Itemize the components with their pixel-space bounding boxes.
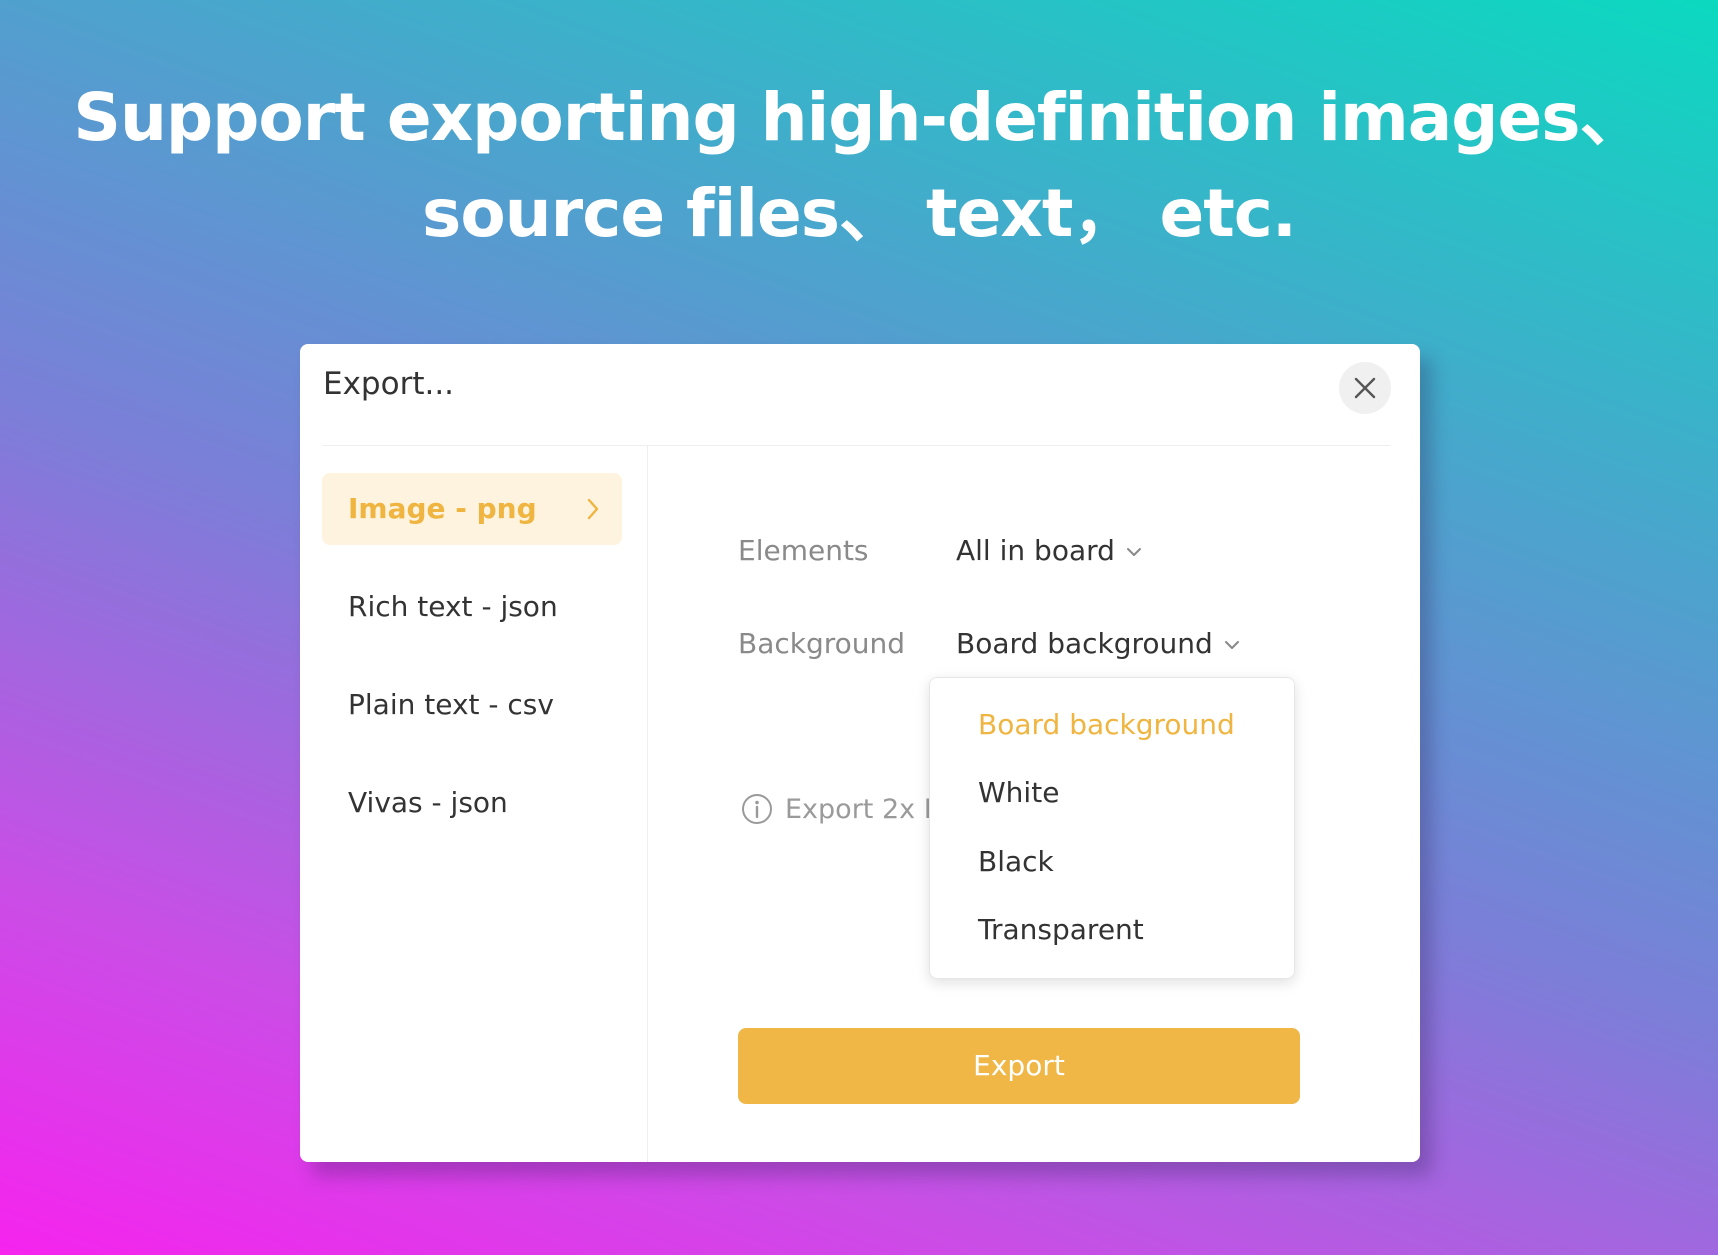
header-divider (323, 445, 1390, 446)
sidebar-item-rich-text-json[interactable]: Rich text - json (322, 571, 622, 643)
background-dropdown: Board background White Black Transparent (929, 677, 1295, 979)
export-dialog: Export... Image - png Rich text - json P… (300, 344, 1420, 1162)
export-button[interactable]: Export (738, 1028, 1300, 1104)
chevron-down-icon (1224, 641, 1239, 649)
close-button[interactable] (1339, 362, 1391, 414)
hd-export-hint: Export 2x H (741, 793, 945, 827)
headline-line-1: Support exporting high-definition images… (73, 79, 1645, 156)
background-select-value: Board background (956, 627, 1213, 660)
sidebar-item-label: Plain text - csv (348, 688, 554, 721)
sidebar-item-vivas-json[interactable]: Vivas - json (322, 767, 622, 839)
background-label: Background (738, 627, 906, 660)
dropdown-option-white[interactable]: White (978, 776, 1059, 809)
elements-select[interactable]: All in board (956, 534, 1143, 567)
dropdown-option-board-background[interactable]: Board background (978, 708, 1235, 741)
background-select[interactable]: Board background (956, 627, 1241, 660)
hd-export-hint-text: Export 2x H (785, 794, 945, 825)
sidebar-item-plain-text-csv[interactable]: Plain text - csv (322, 669, 622, 741)
close-icon (1354, 377, 1376, 399)
elements-label: Elements (738, 534, 869, 567)
sidebar-item-image-png[interactable]: Image - png (322, 473, 622, 545)
sidebar-item-label: Image - png (348, 492, 537, 525)
sidebar-item-label: Vivas - json (348, 786, 508, 819)
dialog-title: Export... (323, 366, 455, 402)
headline: Support exporting high-definition images… (0, 70, 1718, 262)
dropdown-option-black[interactable]: Black (978, 845, 1054, 878)
dropdown-option-transparent[interactable]: Transparent (978, 913, 1144, 946)
headline-line-2: source files、 text， etc. (422, 175, 1297, 252)
sidebar-item-label: Rich text - json (348, 590, 558, 623)
chevron-right-icon (587, 498, 599, 520)
sidebar-divider (647, 445, 648, 1162)
chevron-down-icon (1126, 548, 1141, 556)
info-icon (742, 793, 772, 824)
elements-select-value: All in board (956, 534, 1115, 567)
